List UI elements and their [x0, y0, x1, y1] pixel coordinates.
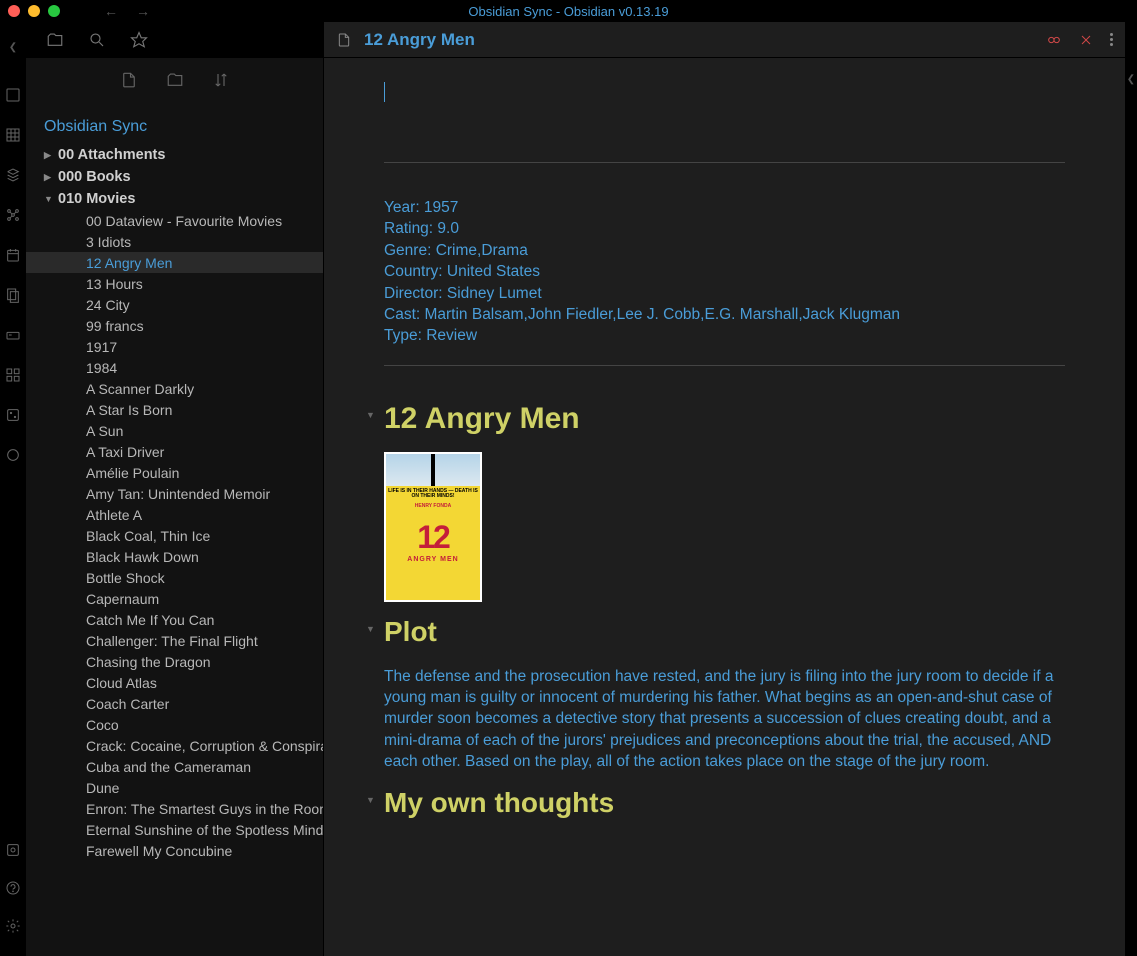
folder-item[interactable]: ▶00 Attachments	[26, 144, 323, 166]
file-item[interactable]: 00 Dataview - Favourite Movies	[26, 210, 323, 231]
file-item[interactable]: Coach Carter	[26, 693, 323, 714]
file-item[interactable]: 12 Angry Men	[26, 252, 323, 273]
circle-icon[interactable]	[5, 447, 21, 463]
file-item[interactable]: 13 Hours	[26, 273, 323, 294]
daily-note-icon[interactable]	[5, 247, 21, 263]
file-item[interactable]: Challenger: The Final Flight	[26, 630, 323, 651]
file-item[interactable]: A Scanner Darkly	[26, 378, 323, 399]
quick-switcher-icon[interactable]	[5, 87, 21, 103]
vault-name[interactable]: Obsidian Sync	[26, 106, 323, 144]
nav-arrows: ← →	[104, 3, 150, 19]
more-options-icon[interactable]	[1110, 33, 1113, 46]
meta-director: Director: Sidney Lumet	[384, 283, 1065, 304]
reading-view-icon[interactable]	[1046, 32, 1062, 48]
minimize-window[interactable]	[28, 5, 40, 17]
editor-body[interactable]: Year: 1957 Rating: 9.0 Genre: Crime,Dram…	[324, 58, 1125, 956]
poster-tagline: LIFE IS IN THEIR HANDS — DEATH IS ON THE…	[386, 486, 480, 499]
folder-item[interactable]: ▼010 Movies	[26, 188, 323, 210]
settings-icon[interactable]	[5, 918, 21, 934]
new-note-icon[interactable]	[120, 71, 138, 94]
file-item[interactable]: Athlete A	[26, 504, 323, 525]
cursor	[384, 82, 1065, 102]
frontmatter: Year: 1957 Rating: 9.0 Genre: Crime,Dram…	[384, 197, 1065, 347]
titlebar: ← → Obsidian Sync - Obsidian v0.13.19	[0, 0, 1137, 22]
search-tab[interactable]	[88, 31, 106, 49]
file-item[interactable]: Coco	[26, 714, 323, 735]
file-item[interactable]: Dune	[26, 777, 323, 798]
file-item[interactable]: Black Coal, Thin Ice	[26, 525, 323, 546]
file-item[interactable]: Cuba and the Cameraman	[26, 756, 323, 777]
note-title[interactable]: 12 Angry Men	[364, 30, 1046, 50]
file-item[interactable]: Amélie Poulain	[26, 462, 323, 483]
frontmatter-end	[384, 365, 1065, 366]
file-item[interactable]: 1984	[26, 357, 323, 378]
plot-text: The defense and the prosecution have res…	[384, 666, 1065, 773]
close-tab-icon[interactable]	[1078, 32, 1094, 48]
meta-cast: Cast: Martin Balsam,John Fiedler,Lee J. …	[384, 304, 1065, 325]
nav-forward[interactable]: →	[136, 3, 150, 19]
help-icon[interactable]	[5, 880, 21, 896]
maximize-window[interactable]	[48, 5, 60, 17]
left-ribbon: ❮	[0, 22, 26, 956]
file-item[interactable]: Black Hawk Down	[26, 546, 323, 567]
file-item[interactable]: Amy Tan: Unintended Memoir	[26, 483, 323, 504]
meta-genre: Genre: Crime,Drama	[384, 240, 1065, 261]
file-item[interactable]: 99 francs	[26, 315, 323, 336]
heading-title: 12 Angry Men	[384, 402, 1065, 436]
explorer-tab[interactable]	[46, 31, 64, 49]
file-item[interactable]: A Sun	[26, 420, 323, 441]
file-item[interactable]: Enron: The Smartest Guys in the Room	[26, 798, 323, 819]
poster-number: 12	[386, 519, 480, 556]
file-item[interactable]: Bottle Shock	[26, 567, 323, 588]
file-item[interactable]: Capernaum	[26, 588, 323, 609]
vault-icon[interactable]	[5, 842, 21, 858]
file-item[interactable]: Cloud Atlas	[26, 672, 323, 693]
poster-star: HENRY FONDA	[386, 501, 480, 509]
meta-type: Type: Review	[384, 325, 1065, 346]
layers-icon[interactable]	[5, 167, 21, 183]
window-title: Obsidian Sync - Obsidian v0.13.19	[468, 4, 668, 19]
file-item[interactable]: A Star Is Born	[26, 399, 323, 420]
new-folder-icon[interactable]	[166, 71, 184, 94]
movie-poster: LIFE IS IN THEIR HANDS — DEATH IS ON THE…	[384, 452, 482, 602]
graph-icon[interactable]	[5, 207, 21, 223]
nav-back[interactable]: ←	[104, 3, 118, 19]
collapse-right-icon[interactable]: ❮	[1125, 22, 1137, 956]
file-icon	[336, 32, 352, 48]
heading-thoughts: My own thoughts	[384, 787, 1065, 819]
dice-icon[interactable]	[5, 407, 21, 423]
file-item[interactable]: Farewell My Concubine	[26, 840, 323, 861]
file-item[interactable]: Crack: Cocaine, Corruption & Conspiracy	[26, 735, 323, 756]
table-icon[interactable]	[5, 127, 21, 143]
file-item[interactable]: Catch Me If You Can	[26, 609, 323, 630]
sort-icon[interactable]	[212, 71, 230, 94]
traffic-lights	[8, 5, 60, 17]
grid-icon[interactable]	[5, 367, 21, 383]
file-item[interactable]: Chasing the Dragon	[26, 651, 323, 672]
collapse-left-icon[interactable]: ❮	[9, 42, 17, 53]
starred-tab[interactable]	[130, 31, 148, 49]
file-explorer-sidebar: Obsidian Sync ▶00 Attachments▶000 Books▼…	[26, 22, 324, 956]
meta-country: Country: United States	[384, 261, 1065, 282]
editor-pane: 12 Angry Men Year: 1957 Rating: 9.0 Genr…	[324, 22, 1125, 956]
file-item[interactable]: 1917	[26, 336, 323, 357]
file-item[interactable]: A Taxi Driver	[26, 441, 323, 462]
meta-year: Year: 1957	[384, 197, 1065, 218]
close-window[interactable]	[8, 5, 20, 17]
file-item[interactable]: Eternal Sunshine of the Spotless Mind	[26, 819, 323, 840]
frontmatter-start	[384, 162, 1065, 163]
heading-plot: Plot	[384, 616, 1065, 648]
meta-rating: Rating: 9.0	[384, 218, 1065, 239]
file-item[interactable]: 3 Idiots	[26, 231, 323, 252]
command-icon[interactable]	[5, 327, 21, 343]
templates-icon[interactable]	[5, 287, 21, 303]
tab-header: 12 Angry Men	[324, 22, 1125, 58]
folder-item[interactable]: ▶000 Books	[26, 166, 323, 188]
poster-subtitle: ANGRY MEN	[386, 556, 480, 563]
file-tree: ▶00 Attachments▶000 Books▼010 Movies00 D…	[26, 144, 323, 956]
file-item[interactable]: 24 City	[26, 294, 323, 315]
